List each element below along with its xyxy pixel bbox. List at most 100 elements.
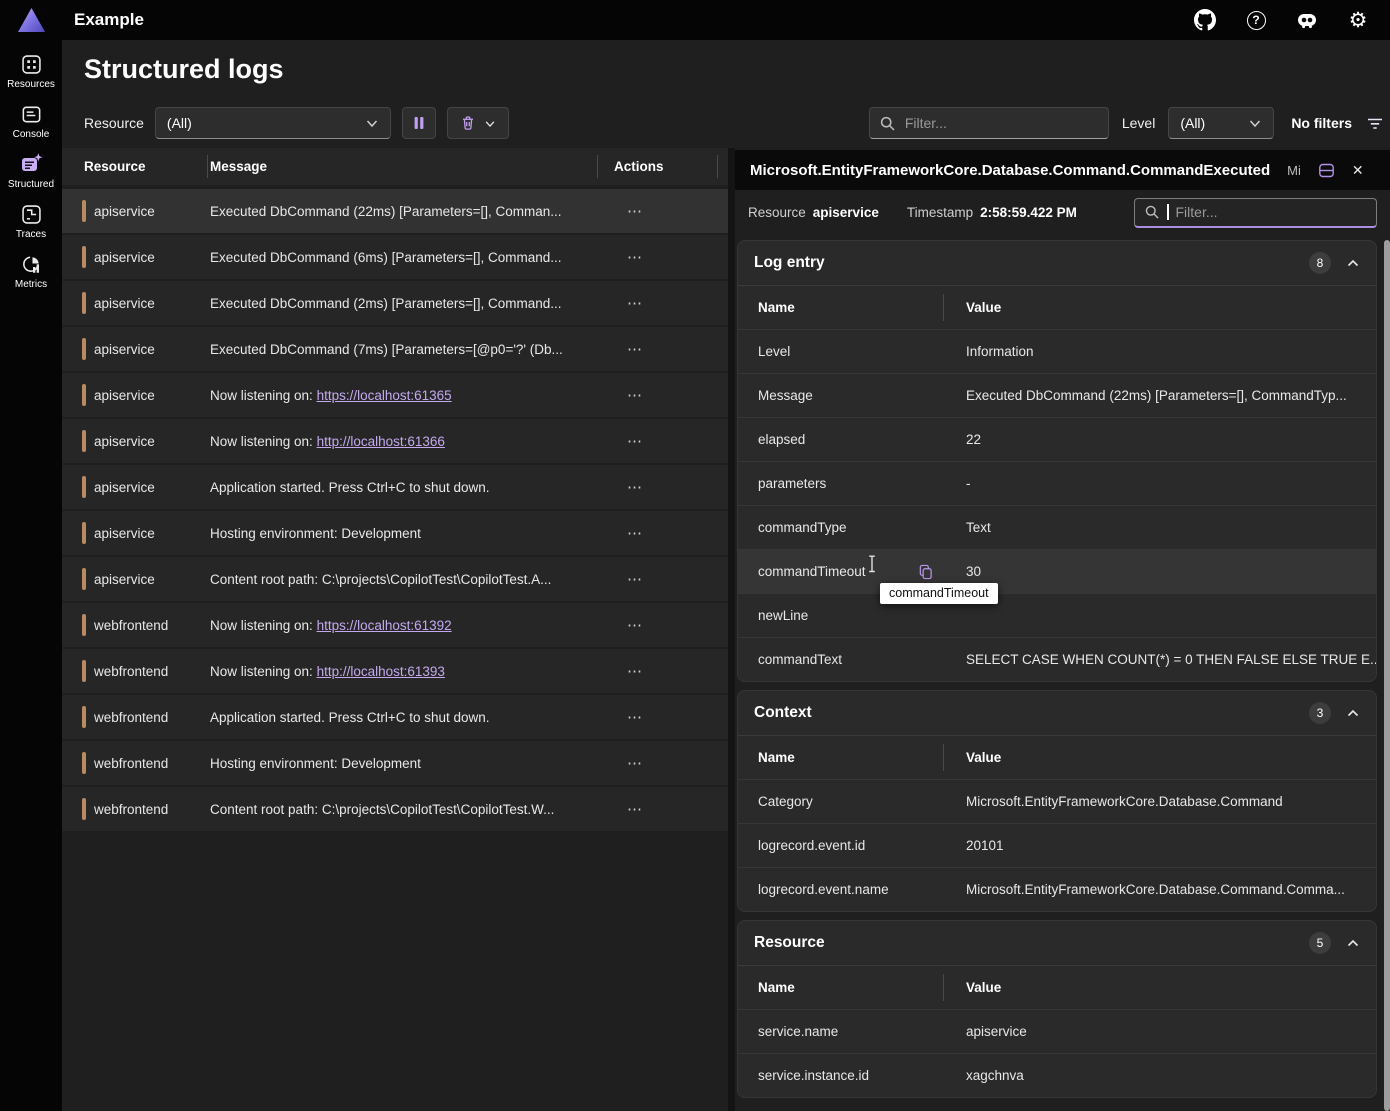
sidebar-item-structured[interactable]: Structured — [0, 152, 62, 190]
text-caret — [1167, 204, 1169, 220]
pause-button[interactable] — [402, 107, 436, 139]
resource-color-bar — [82, 430, 86, 452]
chevron-up-icon[interactable] — [1346, 708, 1360, 719]
section-count-badge: 3 — [1309, 702, 1331, 724]
log-table-row[interactable]: webfrontendApplication started. Press Ct… — [62, 695, 728, 739]
logs-filter-input[interactable]: Filter... — [869, 107, 1109, 139]
log-row-message: Executed DbCommand (7ms) [Parameters=[@p… — [210, 342, 597, 357]
log-table-row[interactable]: apiserviceApplication started. Press Ctr… — [62, 465, 728, 509]
property-row[interactable]: LevelInformation — [738, 329, 1376, 373]
property-value: 22 — [946, 432, 1376, 447]
table-body: apiserviceExecuted DbCommand (22ms) [Par… — [62, 189, 728, 833]
row-actions-button[interactable]: ⋯ — [627, 755, 644, 772]
resource-filter-select[interactable]: (All) — [155, 107, 391, 139]
log-table-row[interactable]: apiserviceHosting environment: Developme… — [62, 511, 728, 555]
log-row-actions: ⋯ — [597, 432, 728, 450]
property-name: Message — [738, 388, 946, 403]
filter-icon[interactable] — [1365, 114, 1385, 133]
property-row[interactable]: logrecord.event.id20101 — [738, 823, 1376, 867]
log-message-link[interactable]: http://localhost:61393 — [317, 664, 445, 679]
details-resource-label: Resource — [748, 205, 806, 220]
details-filter-input[interactable]: Filter... — [1134, 198, 1377, 228]
row-actions-button[interactable]: ⋯ — [627, 433, 644, 450]
resource-color-bar — [82, 752, 86, 774]
row-actions-button[interactable]: ⋯ — [627, 249, 644, 266]
property-row[interactable]: elapsed22 — [738, 417, 1376, 461]
log-table-row[interactable]: webfrontendNow listening on: http://loca… — [62, 649, 728, 693]
row-actions-button[interactable]: ⋯ — [627, 295, 644, 312]
column-divider — [943, 294, 944, 321]
row-actions-button[interactable]: ⋯ — [627, 617, 644, 634]
row-actions-button[interactable]: ⋯ — [627, 341, 644, 358]
sidebar-item-metrics[interactable]: Metrics — [0, 252, 62, 290]
split-panel-icon[interactable] — [1318, 162, 1335, 179]
log-table-row[interactable]: apiserviceExecuted DbCommand (22ms) [Par… — [62, 189, 728, 233]
property-row[interactable]: logrecord.event.nameMicrosoft.EntityFram… — [738, 867, 1376, 911]
log-row-resource: apiservice — [62, 384, 210, 406]
details-timestamp-label: Timestamp — [907, 205, 973, 220]
row-actions-button[interactable]: ⋯ — [627, 387, 644, 404]
sidebar-item-label: Structured — [8, 179, 54, 190]
property-row[interactable]: CategoryMicrosoft.EntityFrameworkCore.Da… — [738, 779, 1376, 823]
property-row[interactable]: MessageExecuted DbCommand (22ms) [Parame… — [738, 373, 1376, 417]
property-row[interactable]: commandTypeText — [738, 505, 1376, 549]
log-table-row[interactable]: webfrontendHosting environment: Developm… — [62, 741, 728, 785]
chevron-up-icon[interactable] — [1346, 258, 1360, 269]
section-count-badge: 8 — [1309, 252, 1331, 274]
pause-icon — [411, 115, 427, 131]
property-value: Text — [946, 520, 1376, 535]
property-value: xagchnva — [946, 1068, 1376, 1083]
log-message-link[interactable]: https://localhost:61365 — [317, 388, 452, 403]
row-actions-button[interactable]: ⋯ — [627, 479, 644, 496]
log-table-row[interactable]: apiserviceNow listening on: http://local… — [62, 419, 728, 463]
section-columns-header: NameValue — [738, 965, 1376, 1009]
close-icon[interactable]: ✕ — [1352, 162, 1364, 179]
property-value: SELECT CASE WHEN COUNT(*) = 0 THEN FALSE… — [946, 652, 1376, 667]
row-actions-button[interactable]: ⋯ — [627, 525, 644, 542]
log-table-row[interactable]: apiserviceExecuted DbCommand (7ms) [Para… — [62, 327, 728, 371]
help-icon[interactable]: ? — [1244, 8, 1268, 32]
row-actions-button[interactable]: ⋯ — [627, 801, 644, 818]
log-table-row[interactable]: apiserviceExecuted DbCommand (6ms) [Para… — [62, 235, 728, 279]
property-row[interactable]: service.instance.idxagchnva — [738, 1053, 1376, 1097]
trash-icon — [460, 115, 476, 131]
sidebar-item-resources[interactable]: Resources — [0, 52, 62, 90]
panel-resize-handle[interactable] — [728, 148, 735, 1111]
property-row[interactable]: service.nameapiservice — [738, 1009, 1376, 1053]
sidebar-item-label: Resources — [7, 79, 55, 90]
log-table-row[interactable]: apiserviceContent root path: C:\projects… — [62, 557, 728, 601]
chevron-up-icon[interactable] — [1346, 938, 1360, 949]
row-actions-button[interactable]: ⋯ — [627, 571, 644, 588]
log-message-link[interactable]: https://localhost:61392 — [317, 618, 452, 633]
details-scrollbar[interactable] — [1384, 240, 1390, 1111]
row-actions-button[interactable]: ⋯ — [627, 663, 644, 680]
row-actions-button[interactable]: ⋯ — [627, 709, 644, 726]
sidebar-item-traces[interactable]: Traces — [0, 202, 62, 240]
log-row-actions: ⋯ — [597, 800, 728, 818]
log-message-link[interactable]: http://localhost:61366 — [317, 434, 445, 449]
copy-icon[interactable] — [918, 564, 933, 580]
log-row-actions: ⋯ — [597, 248, 728, 266]
log-table-row[interactable]: apiserviceExecuted DbCommand (2ms) [Para… — [62, 281, 728, 325]
sidebar-item-console[interactable]: Console — [0, 102, 62, 140]
property-row[interactable]: newLine — [738, 593, 1376, 637]
level-filter-select[interactable]: (All) — [1168, 107, 1274, 139]
log-table-row[interactable]: webfrontendNow listening on: https://loc… — [62, 603, 728, 647]
property-value: Executed DbCommand (22ms) [Parameters=[]… — [946, 388, 1376, 403]
row-actions-button[interactable]: ⋯ — [627, 203, 644, 220]
structured-logs-icon — [19, 152, 43, 176]
resource-color-bar — [82, 706, 86, 728]
github-icon[interactable] — [1193, 8, 1217, 32]
property-row[interactable]: commandTimeout30commandTimeout — [738, 549, 1376, 593]
clear-logs-button[interactable] — [447, 107, 509, 139]
property-row[interactable]: parameters- — [738, 461, 1376, 505]
property-name: commandTimeout — [738, 564, 946, 579]
column-header-resource: Resource — [62, 159, 210, 174]
log-table-row[interactable]: apiserviceNow listening on: https://loca… — [62, 373, 728, 417]
log-table-row[interactable]: webfrontendContent root path: C:\project… — [62, 787, 728, 831]
property-row[interactable]: commandTextSELECT CASE WHEN COUNT(*) = 0… — [738, 637, 1376, 681]
settings-icon[interactable]: ⚙ — [1346, 8, 1370, 32]
copilot-icon[interactable] — [1295, 8, 1319, 32]
main-content: Structured logs Resource (All) Filter...… — [62, 40, 1390, 1111]
property-value: 30 — [946, 564, 1376, 579]
